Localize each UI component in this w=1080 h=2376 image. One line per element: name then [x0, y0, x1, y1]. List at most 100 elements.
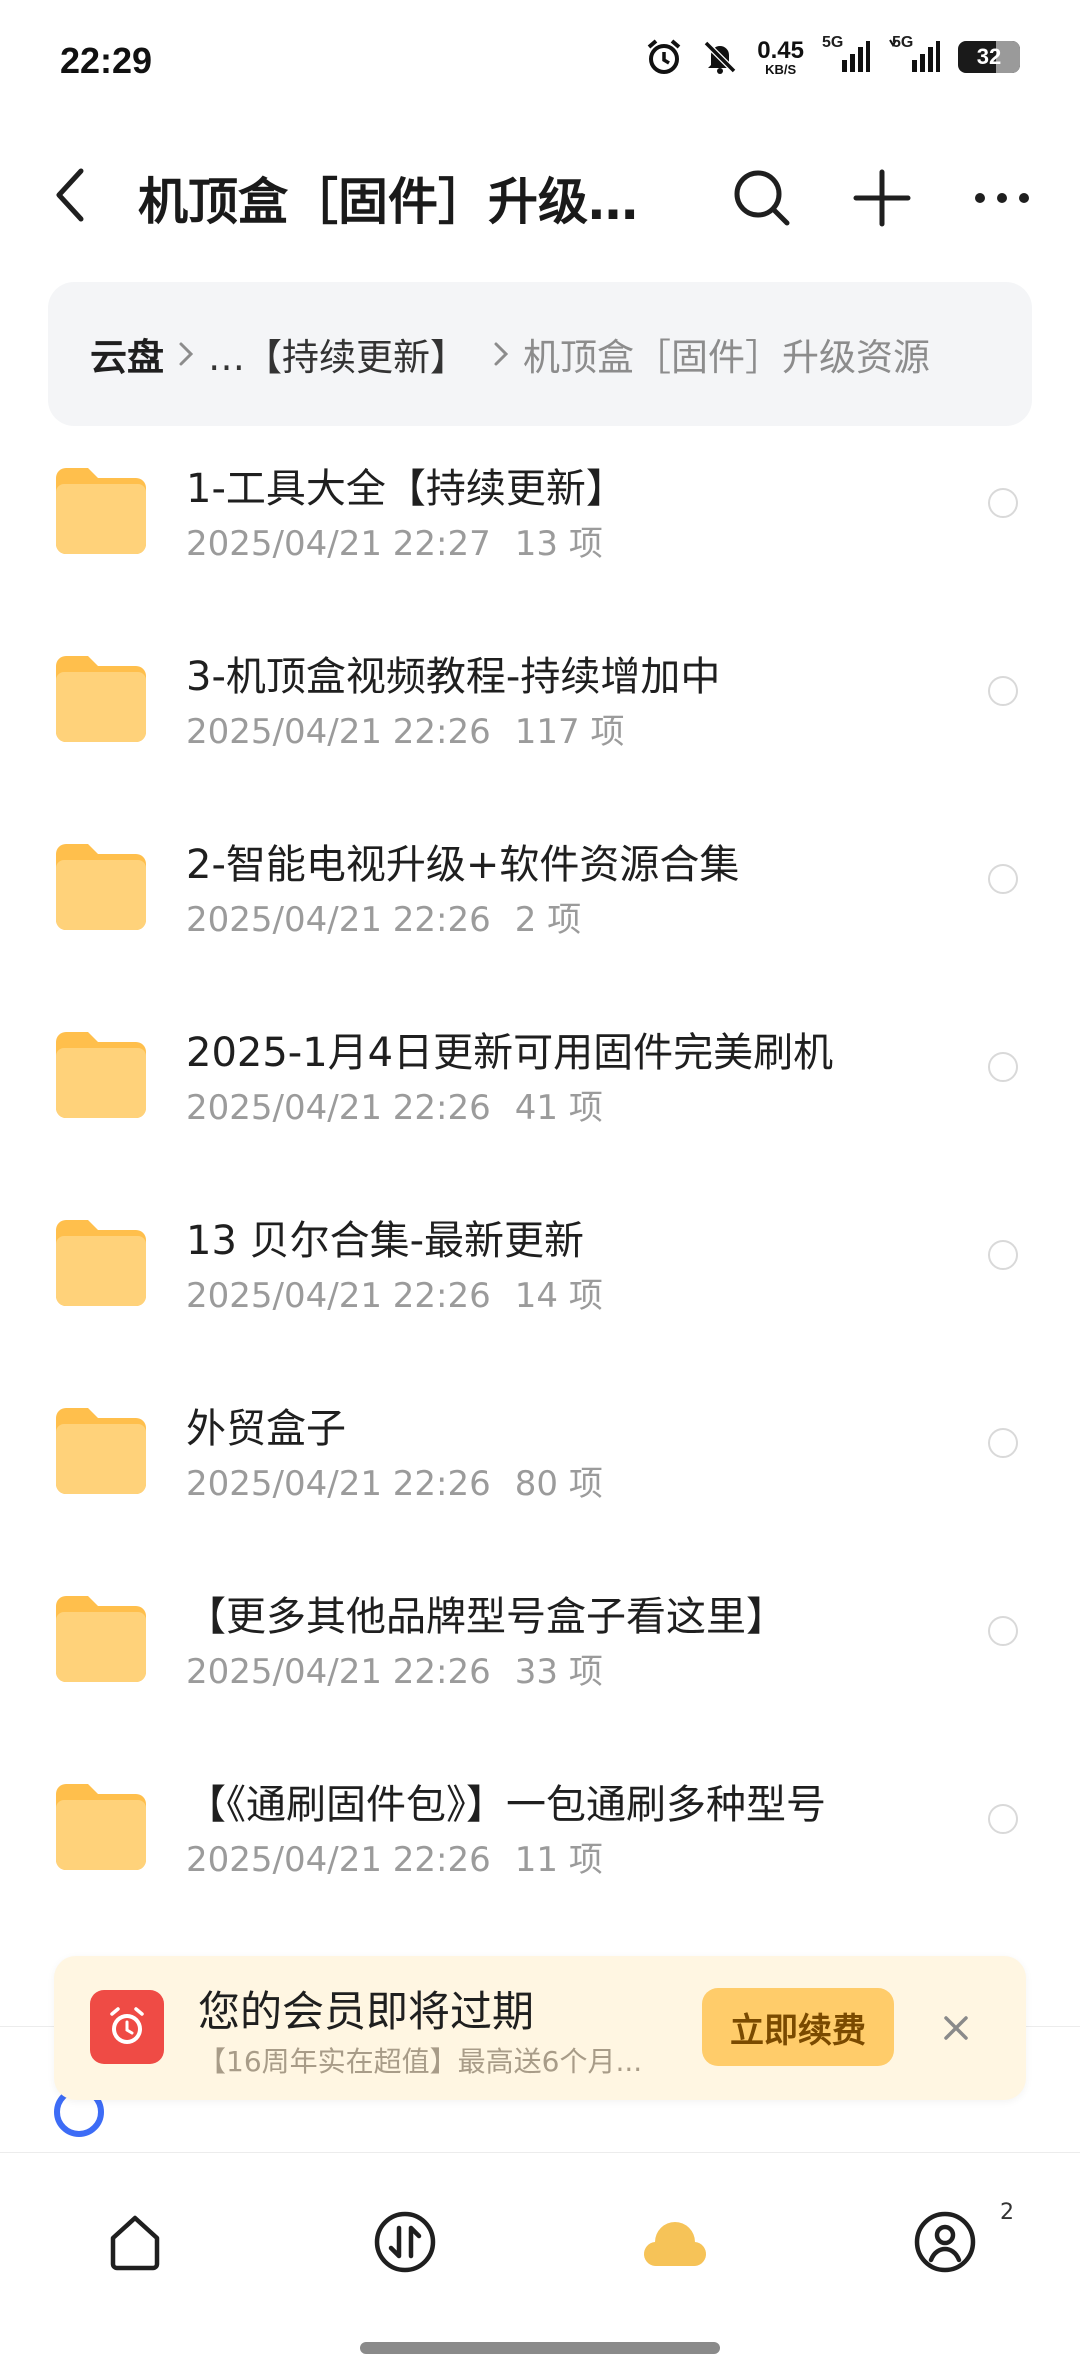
list-item[interactable]: 【《通刷固件包》】一包通刷多种型号 2025/04/21 22:26 11 项: [0, 1760, 1080, 1948]
select-radio[interactable]: [988, 676, 1018, 706]
bottom-nav: 2: [0, 2152, 1080, 2332]
profile-badge: 2: [1000, 2200, 1014, 2225]
file-meta: 2025/04/21 22:26 41 项: [186, 1080, 603, 1129]
signal-label: 5G: [892, 34, 914, 51]
list-item[interactable]: 3-机顶盒视频教程-持续增加中 2025/04/21 22:26 117 项: [0, 632, 1080, 820]
breadcrumb-middle[interactable]: ​…【持续更新】: [208, 327, 467, 381]
folder-icon: [56, 844, 146, 930]
renew-button[interactable]: 立即续费: [702, 1988, 894, 2066]
file-date: 2025/04/21 22:26: [186, 1652, 491, 1692]
folder-icon: [56, 468, 146, 554]
breadcrumb-current: 机顶盒［固件］升级资源: [523, 336, 930, 379]
vip-banner[interactable]: 您的会员即将过期 【16周年实在超值】最高送6个月... 立即续费: [54, 1956, 1026, 2100]
file-meta: 2025/04/21 22:26 80 项: [186, 1456, 603, 1505]
file-date: 2025/04/21 22:26: [186, 1464, 491, 1504]
breadcrumb: 云盘 ​…【持续更新】 机顶盒［固件］升级资源: [48, 282, 1032, 426]
select-radio[interactable]: [988, 488, 1018, 518]
file-name: 3-机顶盒视频教程-持续增加中: [186, 654, 721, 700]
file-count: 80 项: [514, 1464, 603, 1504]
file-meta: 2025/04/21 22:26 2 项: [186, 892, 581, 941]
file-name: 1-工具大全【持续更新】: [186, 466, 626, 512]
select-radio[interactable]: [988, 1428, 1018, 1458]
nav-cloud[interactable]: [540, 2152, 810, 2332]
plus-icon: [853, 169, 911, 227]
file-count: 33 项: [514, 1652, 603, 1692]
list-item[interactable]: 2025-1月4日更新可用固件完美刷机 2025/04/21 22:26 41 项: [0, 1008, 1080, 1196]
battery-level: 32: [976, 44, 1002, 69]
file-date: 2025/04/21 22:26: [186, 1840, 491, 1880]
folder-icon: [56, 1220, 146, 1306]
file-meta: 2025/04/21 22:26 14 项: [186, 1268, 603, 1317]
select-radio[interactable]: [988, 1804, 1018, 1834]
close-button[interactable]: [930, 2002, 982, 2054]
file-count: 11 项: [514, 1840, 603, 1880]
nav-home[interactable]: [0, 2152, 270, 2332]
cloud-icon: [643, 2222, 707, 2267]
select-radio[interactable]: [988, 1240, 1018, 1270]
status-icons: 0.45 KB/S 5G 5G 32: [645, 34, 1020, 77]
file-count: 14 项: [514, 1276, 603, 1316]
folder-icon: [56, 1596, 146, 1682]
file-meta: 2025/04/21 22:27 13 项: [186, 516, 603, 565]
net-speed: 0.45 KB/S: [757, 36, 804, 77]
file-date: 2025/04/21 22:26: [186, 712, 491, 752]
file-date: 2025/04/21 22:26: [186, 1088, 491, 1128]
profile-icon: [914, 2211, 976, 2273]
bell-muted-icon: [701, 38, 739, 76]
list-item[interactable]: 1-工具大全【持续更新】 2025/04/21 22:27 13 项: [0, 444, 1080, 632]
file-count: 41 项: [514, 1088, 603, 1128]
list-item[interactable]: 13 贝尔合集-最新更新 2025/04/21 22:26 14 项: [0, 1196, 1080, 1384]
vip-subtitle: 【16周年实在超值】最高送6个月...: [198, 2045, 643, 2078]
alarm-icon: [645, 38, 683, 76]
add-button[interactable]: [842, 158, 922, 238]
file-meta: 2025/04/21 22:26 33 项: [186, 1644, 603, 1693]
select-radio[interactable]: [988, 1052, 1018, 1082]
list-item[interactable]: 2-智能电视升级+软件资源合集 2025/04/21 22:26 2 项: [0, 820, 1080, 1008]
file-name: 13 贝尔合集-最新更新: [186, 1218, 585, 1264]
file-date: 2025/04/21 22:26: [186, 900, 491, 940]
select-radio[interactable]: [988, 864, 1018, 894]
home-indicator[interactable]: [360, 2342, 720, 2354]
back-arrow-icon: [56, 168, 84, 222]
file-meta: 2025/04/21 22:26 117 项: [186, 704, 624, 753]
net-speed-unit: KB/S: [765, 61, 797, 77]
chevron-right-icon: [178, 341, 194, 367]
nav-profile[interactable]: 2: [810, 2152, 1080, 2332]
file-count: 2 项: [514, 900, 582, 940]
net-speed-value: 0.45: [757, 36, 804, 64]
file-name: 2025-1月4日更新可用固件完美刷机: [186, 1030, 834, 1076]
file-date: 2025/04/21 22:27: [186, 524, 491, 564]
page-title: 机顶盒［固件］升级资源: [138, 173, 678, 231]
select-radio[interactable]: [988, 1616, 1018, 1646]
folder-icon: [56, 1408, 146, 1494]
ticket-clock-icon: [90, 1990, 164, 2064]
file-count: 117 项: [514, 712, 625, 752]
more-icon: [975, 193, 1029, 203]
file-date: 2025/04/21 22:26: [186, 1276, 491, 1316]
list-item[interactable]: 外贸盒子 2025/04/21 22:26 80 项: [0, 1384, 1080, 1572]
file-meta: 2025/04/21 22:26 11 项: [186, 1832, 603, 1881]
file-name: 【更多其他品牌型号盒子看这里】: [186, 1594, 786, 1640]
home-icon: [110, 2215, 160, 2271]
chevron-right-icon: [493, 341, 509, 367]
transfer-icon: [374, 2211, 436, 2273]
breadcrumb-root[interactable]: 云盘: [90, 327, 164, 381]
header: 机顶盒［固件］升级资源: [0, 140, 1080, 250]
search-icon: [734, 170, 790, 226]
signal-label: 5G: [822, 34, 844, 51]
file-name: 外贸盒子: [186, 1406, 346, 1452]
search-button[interactable]: [722, 158, 802, 238]
folder-icon: [56, 656, 146, 742]
folder-icon: [56, 1032, 146, 1118]
status-bar: 22:29 0.45 KB/S 5G 5G 32: [0, 0, 1080, 120]
file-list: 1-工具大全【持续更新】 2025/04/21 22:27 13 项 3-机顶盒视…: [0, 444, 1080, 1948]
file-count: 13 项: [514, 524, 603, 564]
vip-title: 您的会员即将过期: [198, 1987, 535, 2036]
status-time: 22:29: [60, 40, 153, 81]
close-icon: [944, 2016, 968, 2040]
signal-5g-icon: 5G: [888, 34, 940, 76]
list-item[interactable]: 【更多其他品牌型号盒子看这里】 2025/04/21 22:26 33 项: [0, 1572, 1080, 1760]
back-button[interactable]: [40, 160, 100, 230]
nav-transfer[interactable]: [270, 2152, 540, 2332]
more-button[interactable]: [962, 158, 1042, 238]
